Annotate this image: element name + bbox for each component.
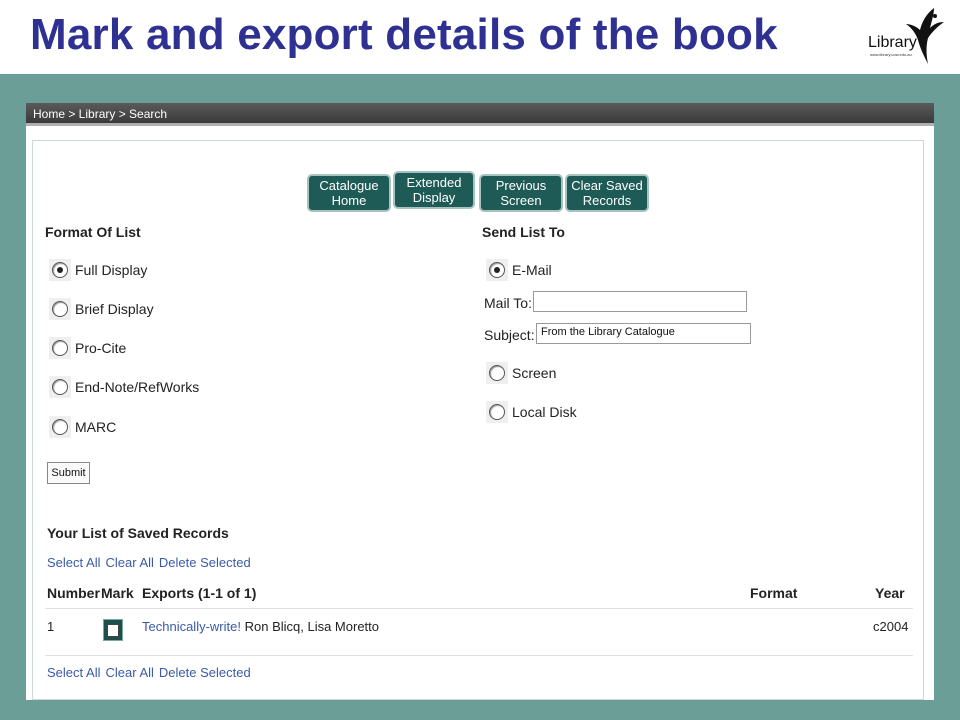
delete-selected-link[interactable]: Delete Selected	[159, 555, 251, 570]
record-year: c2004	[873, 619, 909, 634]
mail-to-label: Mail To:	[484, 295, 532, 311]
format-option-marc[interactable]: MARC	[49, 416, 116, 438]
previous-screen-button[interactable]: Previous Screen	[479, 174, 563, 212]
record-actions-top: Select All Clear All Delete Selected	[47, 555, 256, 570]
record-title-link[interactable]: Technically-write!	[142, 619, 241, 634]
mark-checkbox[interactable]	[107, 623, 119, 637]
clear-all-link[interactable]: Clear All	[105, 665, 153, 680]
send-option-screen[interactable]: Screen	[486, 362, 556, 384]
radio-button[interactable]	[489, 262, 505, 278]
catalogue-window: Home > Library > Search Catalogue Home Ex…	[26, 103, 934, 700]
clear-saved-records-button[interactable]: Clear Saved Records	[565, 174, 649, 212]
table-divider	[45, 655, 913, 656]
radio-button[interactable]	[52, 301, 68, 317]
catalogue-home-button[interactable]: Catalogue Home	[307, 174, 391, 212]
slide-header: Mark and export details of the book Libr…	[0, 0, 960, 74]
send-list-to-heading: Send List To	[482, 224, 565, 240]
column-year: Year	[875, 585, 905, 601]
breadcrumb[interactable]: Home > Library > Search	[33, 107, 167, 121]
subject-input[interactable]: From the Library Catalogue	[536, 323, 751, 344]
column-exports: Exports (1-1 of 1)	[142, 585, 257, 601]
column-number: Number	[47, 585, 100, 601]
table-row: Technically-write! Ron Blicq, Lisa Moret…	[142, 619, 379, 634]
radio-button[interactable]	[52, 340, 68, 356]
bird-icon	[906, 8, 944, 64]
radio-button[interactable]	[52, 262, 68, 278]
column-format: Format	[750, 585, 798, 601]
record-authors: Ron Blicq, Lisa Moretto	[244, 619, 380, 634]
library-logo: Library www.library.uow.edu.au	[866, 6, 946, 70]
export-panel: Catalogue Home Extended Display Previous Sc…	[32, 140, 924, 700]
subject-label: Subject:	[484, 327, 535, 343]
saved-records-heading: Your List of Saved Records	[47, 525, 229, 541]
radio-button[interactable]	[52, 379, 68, 395]
record-number: 1	[47, 619, 55, 634]
radio-button[interactable]	[52, 419, 68, 435]
radio-button[interactable]	[489, 404, 505, 420]
format-option-full-display[interactable]: Full Display	[49, 259, 147, 281]
record-actions-bottom: Select All Clear All Delete Selected	[47, 665, 256, 680]
send-option-email[interactable]: E-Mail	[486, 259, 552, 281]
mail-to-input[interactable]	[533, 291, 747, 312]
format-of-list-heading: Format Of List	[45, 224, 141, 240]
slide-title: Mark and export details of the book	[30, 10, 778, 59]
send-option-local-disk[interactable]: Local Disk	[486, 401, 577, 423]
delete-selected-link[interactable]: Delete Selected	[159, 665, 251, 680]
clear-all-link[interactable]: Clear All	[105, 555, 153, 570]
format-option-brief-display[interactable]: Brief Display	[49, 298, 154, 320]
radio-button[interactable]	[489, 365, 505, 381]
format-option-endnote-refworks[interactable]: End-Note/RefWorks	[49, 376, 199, 398]
column-mark: Mark	[101, 585, 134, 601]
breadcrumb-bar: Home > Library > Search	[26, 103, 934, 126]
select-all-link[interactable]: Select All	[47, 555, 100, 570]
submit-button[interactable]: Submit	[47, 462, 90, 484]
extended-display-button[interactable]: Extended Display	[393, 171, 475, 209]
format-option-pro-cite[interactable]: Pro-Cite	[49, 337, 126, 359]
mark-checkbox-wrapper	[103, 619, 123, 641]
table-divider	[45, 608, 913, 609]
select-all-link[interactable]: Select All	[47, 665, 100, 680]
